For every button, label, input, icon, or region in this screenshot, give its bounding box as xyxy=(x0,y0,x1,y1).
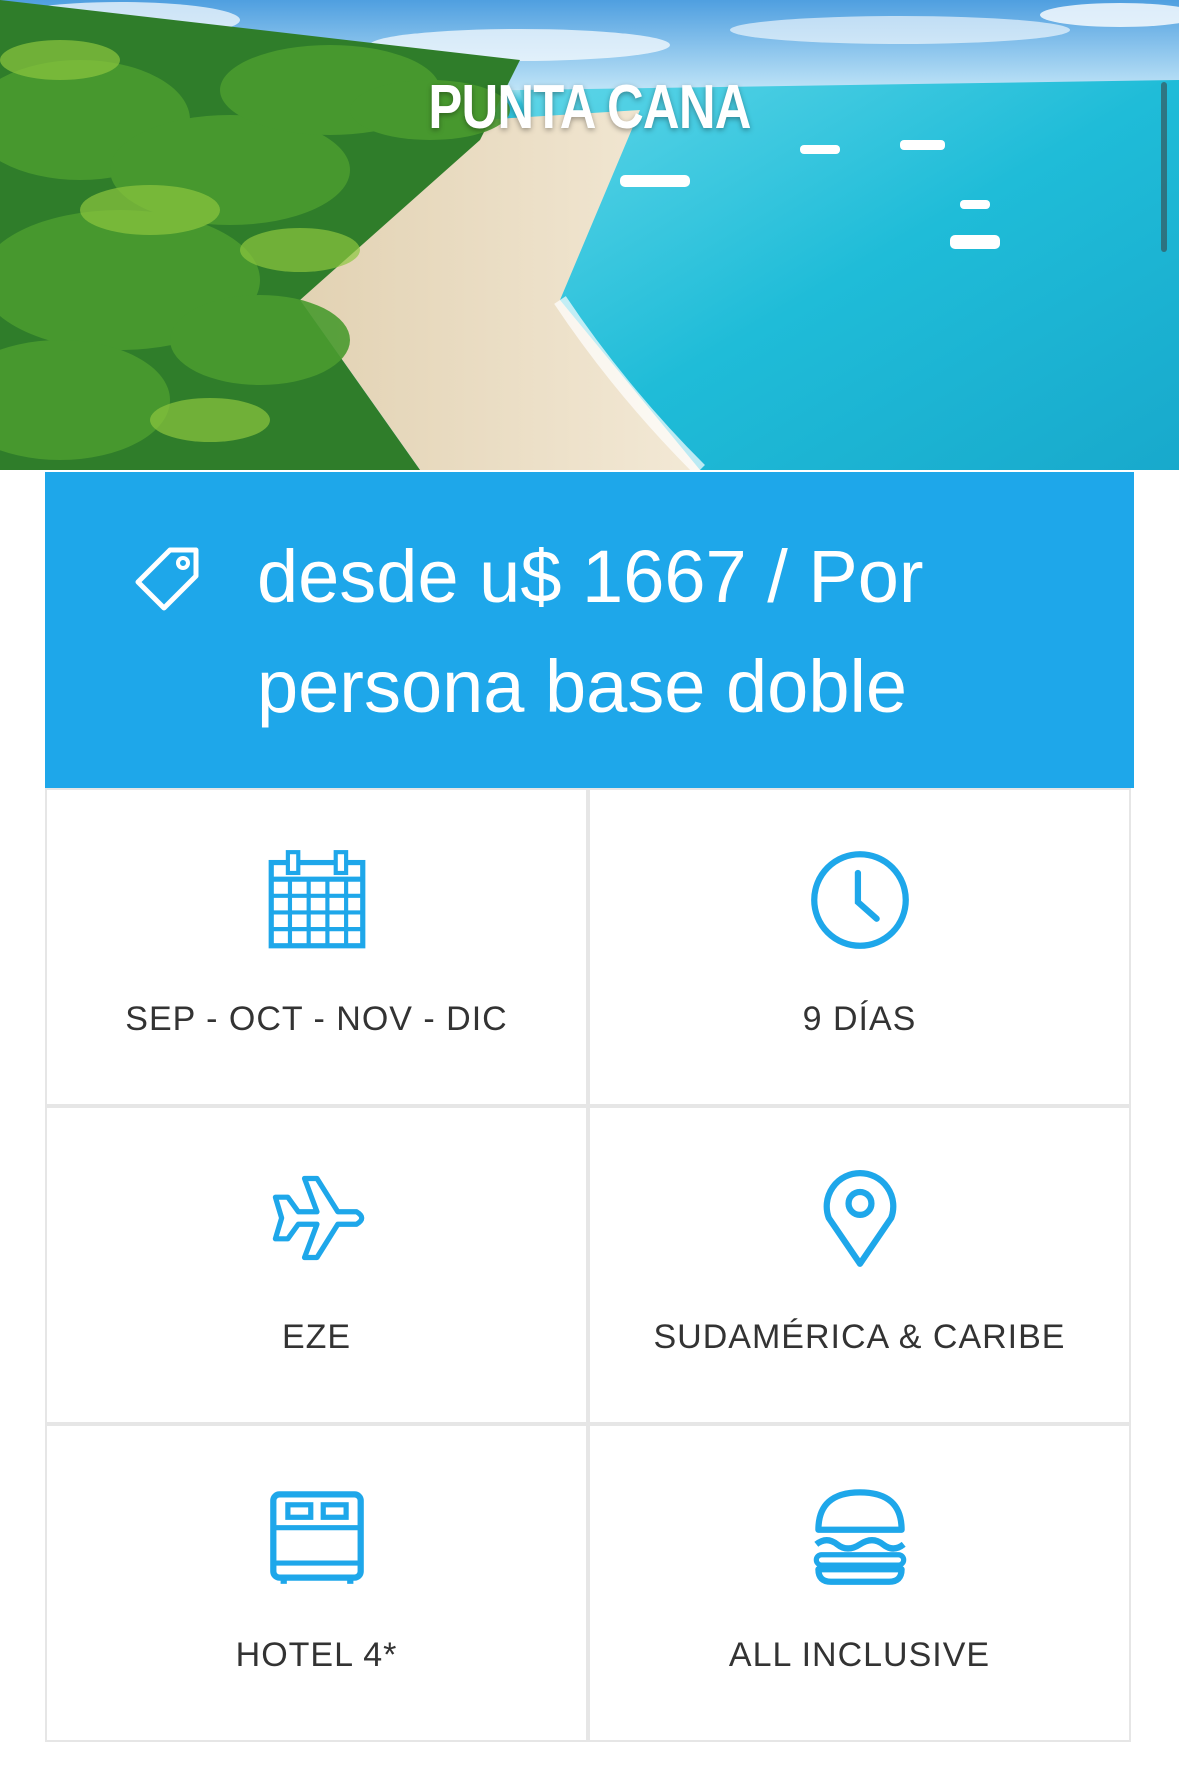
scrollbar[interactable] xyxy=(1161,82,1167,252)
feature-label: HOTEL 4* xyxy=(235,1636,398,1674)
page-title: PUNTA CANA xyxy=(428,73,751,142)
calendar-icon xyxy=(268,850,365,949)
feature-duration: 9 DÍAS xyxy=(588,788,1131,1106)
feature-region: SUDAMÉRICA & CARIBE xyxy=(588,1106,1131,1424)
hero-image: PUNTA CANA xyxy=(0,0,1179,470)
feature-meal-plan: ALL INCLUSIVE xyxy=(588,1424,1131,1742)
feature-label: 9 DÍAS xyxy=(802,1000,917,1038)
clock-icon xyxy=(810,851,909,949)
burger-icon xyxy=(813,1489,906,1585)
feature-airport: EZE xyxy=(45,1106,588,1424)
feature-label: EZE xyxy=(281,1318,352,1356)
tag-icon xyxy=(135,547,199,611)
feature-grid: SEP - OCT - NOV - DIC 9 DÍAS EZE SUDAMÉR… xyxy=(45,788,1134,1748)
price-text: desde u$ 1667 / Por persona base doble xyxy=(257,535,924,728)
feature-label: SEP - OCT - NOV - DIC xyxy=(125,1000,508,1038)
feature-months: SEP - OCT - NOV - DIC xyxy=(45,788,588,1106)
plane-icon xyxy=(272,1175,364,1261)
feature-label: SUDAMÉRICA & CARIBE xyxy=(653,1318,1066,1356)
price-banner: desde u$ 1667 / Por persona base doble xyxy=(45,472,1134,788)
bed-icon xyxy=(269,1491,364,1584)
feature-label: ALL INCLUSIVE xyxy=(728,1636,991,1674)
feature-hotel: HOTEL 4* xyxy=(45,1424,588,1742)
beach-photo xyxy=(0,0,1179,470)
location-pin-icon xyxy=(823,1170,896,1267)
